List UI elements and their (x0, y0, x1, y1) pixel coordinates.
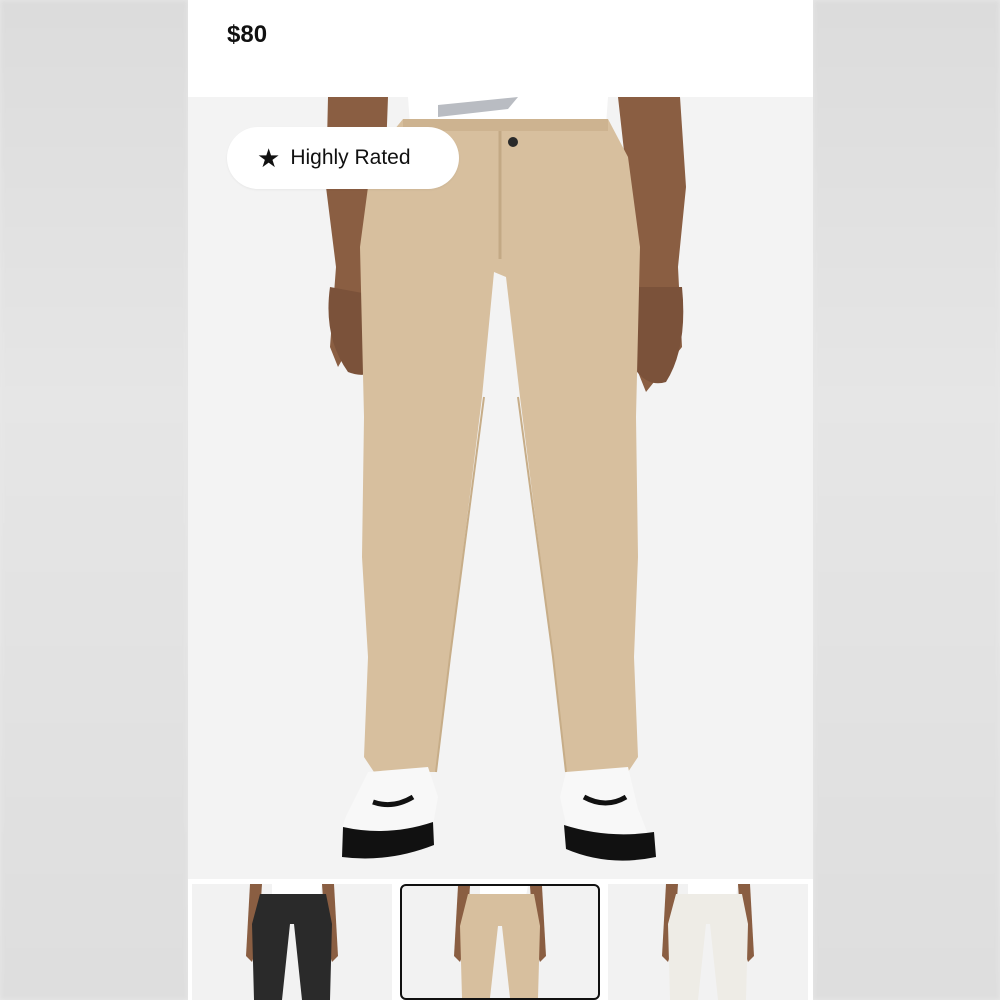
star-icon: ★ (257, 143, 281, 173)
background-blur-right (813, 0, 1000, 1000)
background-blur-left (0, 0, 188, 1000)
product-hero-image[interactable]: ★ Highly Rated (188, 97, 813, 879)
color-thumbnails (188, 884, 813, 1000)
thumbnail-black-image (246, 884, 338, 1000)
thumbnail-white-image (662, 884, 754, 1000)
badge-label: Highly Rated (290, 146, 411, 169)
product-price: $80 (227, 21, 268, 48)
thumbnail-khaki[interactable] (400, 884, 600, 1000)
highly-rated-badge: ★ Highly Rated (227, 127, 459, 189)
thumbnail-black[interactable] (192, 884, 392, 1000)
thumbnail-white[interactable] (608, 884, 808, 1000)
product-screen: $80 ★ Highly Rated (188, 0, 813, 1000)
thumbnail-khaki-image (454, 886, 546, 998)
product-photo (326, 97, 686, 861)
